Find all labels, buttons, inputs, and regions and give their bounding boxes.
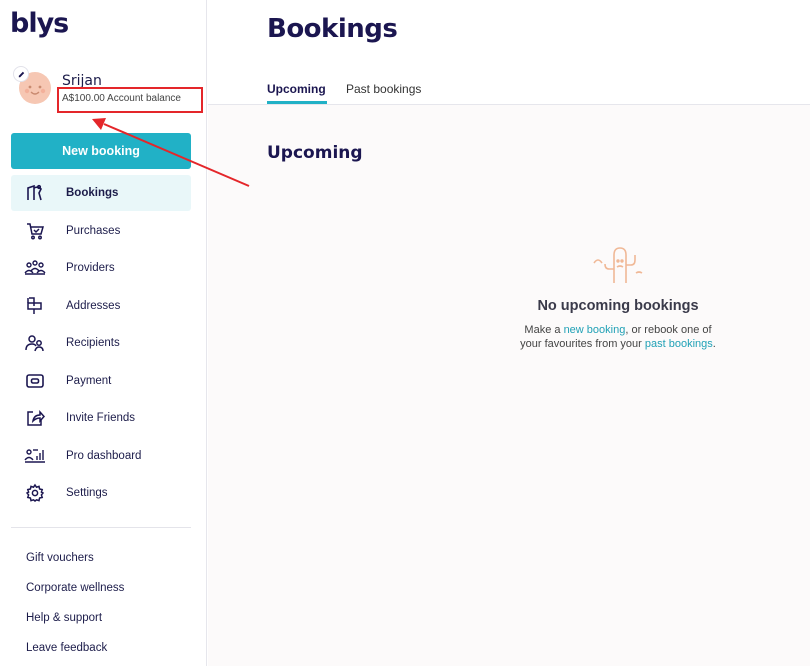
dashboard-icon	[23, 444, 47, 468]
cart-icon	[23, 219, 47, 243]
corporate-wellness-link[interactable]: Corporate wellness	[26, 582, 124, 594]
sidebar-item-bookings[interactable]: Bookings	[11, 175, 191, 211]
empty-desc-text: Make a	[524, 324, 564, 336]
bookings-icon	[23, 181, 47, 205]
empty-state-description: Make a new booking, or rebook one of you…	[208, 323, 810, 351]
recipients-icon	[23, 331, 47, 355]
tab-past-bookings[interactable]: Past bookings	[346, 82, 421, 96]
edit-avatar-icon[interactable]	[13, 66, 29, 82]
empty-desc-text: , or rebook one of	[625, 324, 712, 336]
sidebar-item-settings[interactable]: Settings	[11, 475, 191, 511]
sidebar-item-pro-dashboard[interactable]: Pro dashboard	[11, 438, 191, 474]
sidebar-item-label: Payment	[66, 375, 112, 387]
gift-vouchers-link[interactable]: Gift vouchers	[26, 552, 94, 564]
sidebar-item-payment[interactable]: Payment	[11, 363, 191, 399]
sidebar-item-label: Providers	[66, 262, 115, 274]
help-support-link[interactable]: Help & support	[26, 612, 102, 624]
past-bookings-link[interactable]: past bookings	[645, 338, 713, 350]
gear-icon	[23, 481, 47, 505]
cactus-icon	[592, 245, 646, 290]
sidebar-item-label: Pro dashboard	[66, 450, 142, 462]
sidebar-item-label: Bookings	[66, 187, 119, 199]
providers-icon	[23, 256, 47, 280]
sidebar-item-purchases[interactable]: Purchases	[11, 213, 191, 249]
sidebar: blys Srijan A$100.00 Account balance New…	[0, 0, 207, 666]
mailbox-icon	[23, 294, 47, 318]
bookings-content: Upcoming No upcoming bookings Make a new…	[208, 105, 810, 666]
empty-state-title: No upcoming bookings	[537, 298, 699, 314]
sidebar-item-providers[interactable]: Providers	[11, 250, 191, 286]
new-booking-button[interactable]: New booking	[11, 133, 191, 169]
sidebar-item-label: Invite Friends	[66, 412, 136, 424]
tab-upcoming[interactable]: Upcoming	[267, 82, 326, 96]
sidebar-item-label: Addresses	[66, 300, 121, 312]
sidebar-item-invite-friends[interactable]: Invite Friends	[11, 400, 191, 436]
empty-desc-text: .	[712, 338, 716, 350]
active-tab-indicator	[267, 101, 327, 104]
sidebar-item-label: Settings	[66, 487, 108, 499]
sidebar-item-label: Purchases	[66, 225, 121, 237]
sidebar-item-recipients[interactable]: Recipients	[11, 325, 191, 361]
account-balance: A$100.00 Account balance	[62, 93, 181, 104]
new-booking-link[interactable]: new booking	[564, 324, 626, 336]
page-title: Bookings	[267, 14, 398, 44]
sidebar-divider	[11, 527, 191, 528]
main-panel: Bookings Upcoming Past bookings Upcoming…	[208, 0, 810, 666]
section-title: Upcoming	[267, 143, 363, 163]
sidebar-item-label: Recipients	[66, 337, 120, 349]
share-icon	[23, 406, 47, 430]
empty-desc-text: your favourites from your	[520, 338, 645, 350]
leave-feedback-link[interactable]: Leave feedback	[26, 642, 107, 654]
payment-icon	[23, 369, 47, 393]
blys-logo[interactable]: blys	[10, 8, 69, 39]
sidebar-item-addresses[interactable]: Addresses	[11, 288, 191, 324]
